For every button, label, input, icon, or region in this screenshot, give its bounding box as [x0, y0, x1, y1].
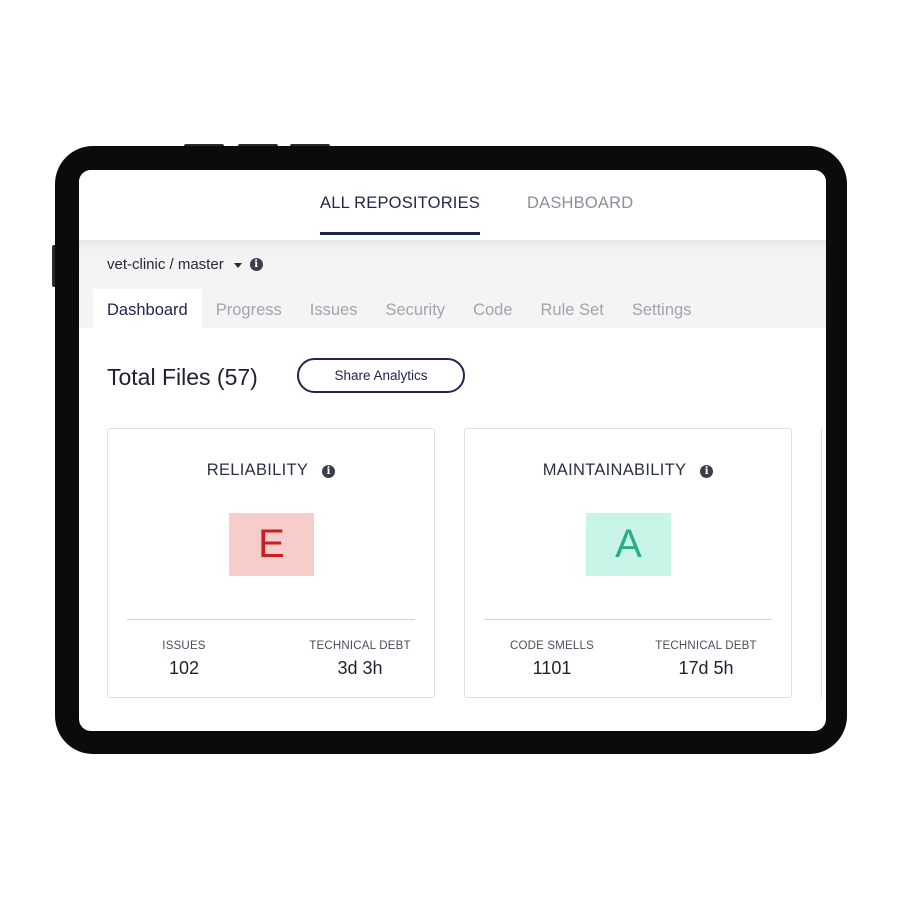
- tab-all-repositories[interactable]: ALL REPOSITORIES: [320, 194, 481, 235]
- info-icon[interactable]: i: [322, 465, 336, 478]
- tab-dashboard-top[interactable]: DASHBOARD: [527, 194, 633, 232]
- metric-label: ISSUES: [162, 640, 206, 652]
- metric-value: 1101: [532, 658, 572, 678]
- card-title: MAINTAINABILITY i: [465, 461, 791, 480]
- code-smells-metric: CODE SMELLS 1101: [505, 640, 599, 679]
- metric-value: 17d 5h: [678, 658, 734, 678]
- top-navigation: ALL REPOSITORIES DASHBOARD: [79, 170, 826, 240]
- card-divider: [484, 619, 772, 620]
- issues-metric: ISSUES 102: [146, 640, 222, 679]
- technical-debt-metric: TECHNICAL DEBT 17d 5h: [651, 640, 761, 679]
- metric-value: 3d 3h: [337, 658, 383, 678]
- reliability-grade: E: [229, 513, 314, 576]
- subtab-rule-set[interactable]: Rule Set: [527, 289, 618, 328]
- subtab-code[interactable]: Code: [459, 289, 526, 328]
- repo-branch-selector[interactable]: vet-clinic / master: [107, 256, 224, 273]
- metric-label: CODE SMELLS: [509, 640, 594, 652]
- card-title: RELIABILITY i: [108, 461, 434, 480]
- info-icon[interactable]: i: [700, 465, 714, 478]
- subtab-security[interactable]: Security: [371, 289, 459, 328]
- tablet-screen: ALL REPOSITORIES DASHBOARD vet-clinic / …: [79, 170, 826, 731]
- technical-debt-metric: TECHNICAL DEBT 3d 3h: [304, 640, 416, 679]
- card-title-label: MAINTAINABILITY: [542, 461, 687, 479]
- subtab-progress[interactable]: Progress: [202, 289, 296, 328]
- sub-tabs: Dashboard Progress Issues Security Code …: [93, 289, 705, 328]
- share-analytics-button[interactable]: Share Analytics: [297, 358, 465, 393]
- reliability-card: RELIABILITY i E ISSUES 102 TECHNICAL DEBT…: [107, 428, 435, 698]
- metric-value: 102: [168, 658, 200, 678]
- caret-down-icon[interactable]: [233, 262, 242, 268]
- subtab-settings[interactable]: Settings: [618, 289, 706, 328]
- total-files-heading: Total Files (57): [107, 364, 258, 390]
- card-title-label: RELIABILITY: [206, 461, 309, 479]
- card-divider: [127, 619, 415, 620]
- metric-label: TECHNICAL DEBT: [655, 640, 757, 652]
- next-card-edge: [821, 428, 826, 698]
- info-icon[interactable]: i: [249, 258, 263, 271]
- repo-selector-row: vet-clinic / master i: [107, 256, 263, 273]
- maintainability-card: MAINTAINABILITY i A CODE SMELLS 1101 TECH…: [464, 428, 792, 698]
- subtab-dashboard[interactable]: Dashboard: [93, 289, 202, 328]
- maintainability-grade: A: [586, 513, 671, 576]
- subtab-issues[interactable]: Issues: [296, 289, 372, 328]
- metric-label: TECHNICAL DEBT: [309, 640, 411, 652]
